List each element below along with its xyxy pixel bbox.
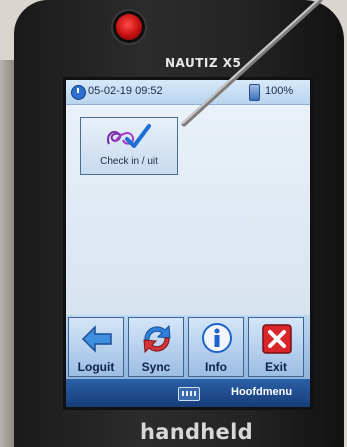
clock-icon <box>71 85 86 100</box>
check-in-icon <box>107 124 151 148</box>
battery-percentage: 100% <box>265 85 294 97</box>
exit-x-icon <box>262 324 292 354</box>
logout-button[interactable]: Loguit <box>68 317 124 377</box>
battery-icon <box>249 84 260 101</box>
sync-icon <box>143 324 171 354</box>
device-model-label: NAUTIZ X5 <box>165 56 242 70</box>
device-screen: 05-02-19 09:52 100% Check in / uit Logui… <box>66 80 310 407</box>
home-content: Check in / uit <box>66 105 310 315</box>
main-menu-label[interactable]: Hoofdmenu <box>231 386 292 398</box>
menu-bar: Hoofdmenu <box>66 379 310 407</box>
keyboard-icon[interactable] <box>178 387 200 401</box>
info-button[interactable]: Info <box>188 317 244 377</box>
logout-arrow-icon <box>81 325 112 353</box>
device-grip <box>0 60 14 447</box>
check-in-label: Check in / uit <box>100 156 158 167</box>
power-button[interactable] <box>116 14 142 40</box>
sync-button[interactable]: Sync <box>128 317 184 377</box>
info-icon <box>202 323 232 353</box>
check-in-tile[interactable]: Check in / uit <box>80 117 178 175</box>
bottom-toolbar: Loguit Sync Info Exit <box>66 315 310 379</box>
device-brand-label: handheld <box>140 420 253 444</box>
logout-label: Loguit <box>77 360 115 374</box>
sync-label: Sync <box>141 360 171 374</box>
exit-button[interactable]: Exit <box>248 317 304 377</box>
status-datetime: 05-02-19 09:52 <box>88 85 163 97</box>
info-label: Info <box>205 360 227 374</box>
status-bar: 05-02-19 09:52 100% <box>66 80 310 105</box>
exit-label: Exit <box>264 360 287 374</box>
